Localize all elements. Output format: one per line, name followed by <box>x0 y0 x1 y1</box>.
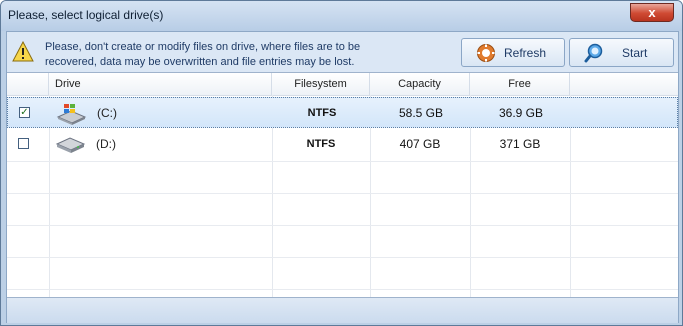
grid-line <box>7 225 678 226</box>
status-bar <box>7 297 678 323</box>
start-label: Start <box>622 46 648 60</box>
grid-line <box>7 257 678 258</box>
gear-icon <box>477 44 495 62</box>
refresh-label: Refresh <box>504 46 547 60</box>
column-header-capacity[interactable]: Capacity <box>370 73 470 95</box>
capacity-cell: 58.5 GB <box>398 106 444 120</box>
drive-name: (D:) <box>96 137 116 151</box>
drive-select-window: Please, select logical drive(s) x Please… <box>0 0 683 326</box>
drive-table[interactable]: Drive Filesystem Capacity Free ✓ (C:) NT… <box>7 72 678 297</box>
hard-drive-icon <box>55 137 86 153</box>
start-button[interactable]: Start <box>569 38 674 67</box>
free-cell: 371 GB <box>499 137 541 151</box>
close-button[interactable]: x <box>630 3 674 22</box>
grid-line <box>7 289 678 290</box>
capacity-cell: 407 GB <box>399 137 441 151</box>
dialog-client-area: Please, don't create or modify files on … <box>6 31 679 323</box>
drive-checkbox-c[interactable]: ✓ <box>19 107 30 118</box>
grid-line <box>7 161 678 162</box>
column-header-filesystem[interactable]: Filesystem <box>272 73 370 95</box>
drive-checkbox-d[interactable] <box>18 138 29 149</box>
checkbox-column-header[interactable] <box>7 73 49 95</box>
column-header-free[interactable]: Free <box>470 73 570 95</box>
title-bar[interactable]: Please, select logical drive(s) x <box>1 1 682 31</box>
window-title: Please, select logical drive(s) <box>8 8 164 22</box>
free-cell: 36.9 GB <box>498 106 544 120</box>
grid-line <box>7 193 678 194</box>
filler-column-header <box>570 73 678 95</box>
refresh-button[interactable]: Refresh <box>461 38 565 67</box>
warning-bar: Please, don't create or modify files on … <box>7 32 678 72</box>
magnifier-icon <box>584 43 603 63</box>
warning-icon <box>12 41 34 62</box>
column-header-drive[interactable]: Drive <box>49 73 272 95</box>
warning-text: Please, don't create or modify files on … <box>45 41 361 68</box>
filesystem-cell: NTFS <box>307 107 337 119</box>
table-row-d[interactable]: (D:) NTFS 407 GB 371 GB <box>7 129 678 160</box>
filesystem-cell: NTFS <box>306 138 336 150</box>
close-icon: x <box>648 5 656 20</box>
windows-drive-icon <box>56 104 87 125</box>
table-header: Drive Filesystem Capacity Free <box>7 73 678 96</box>
drive-name: (C:) <box>97 106 117 120</box>
table-row-c[interactable]: ✓ (C:) NTFS 58.5 GB 36.9 GB <box>7 97 678 128</box>
